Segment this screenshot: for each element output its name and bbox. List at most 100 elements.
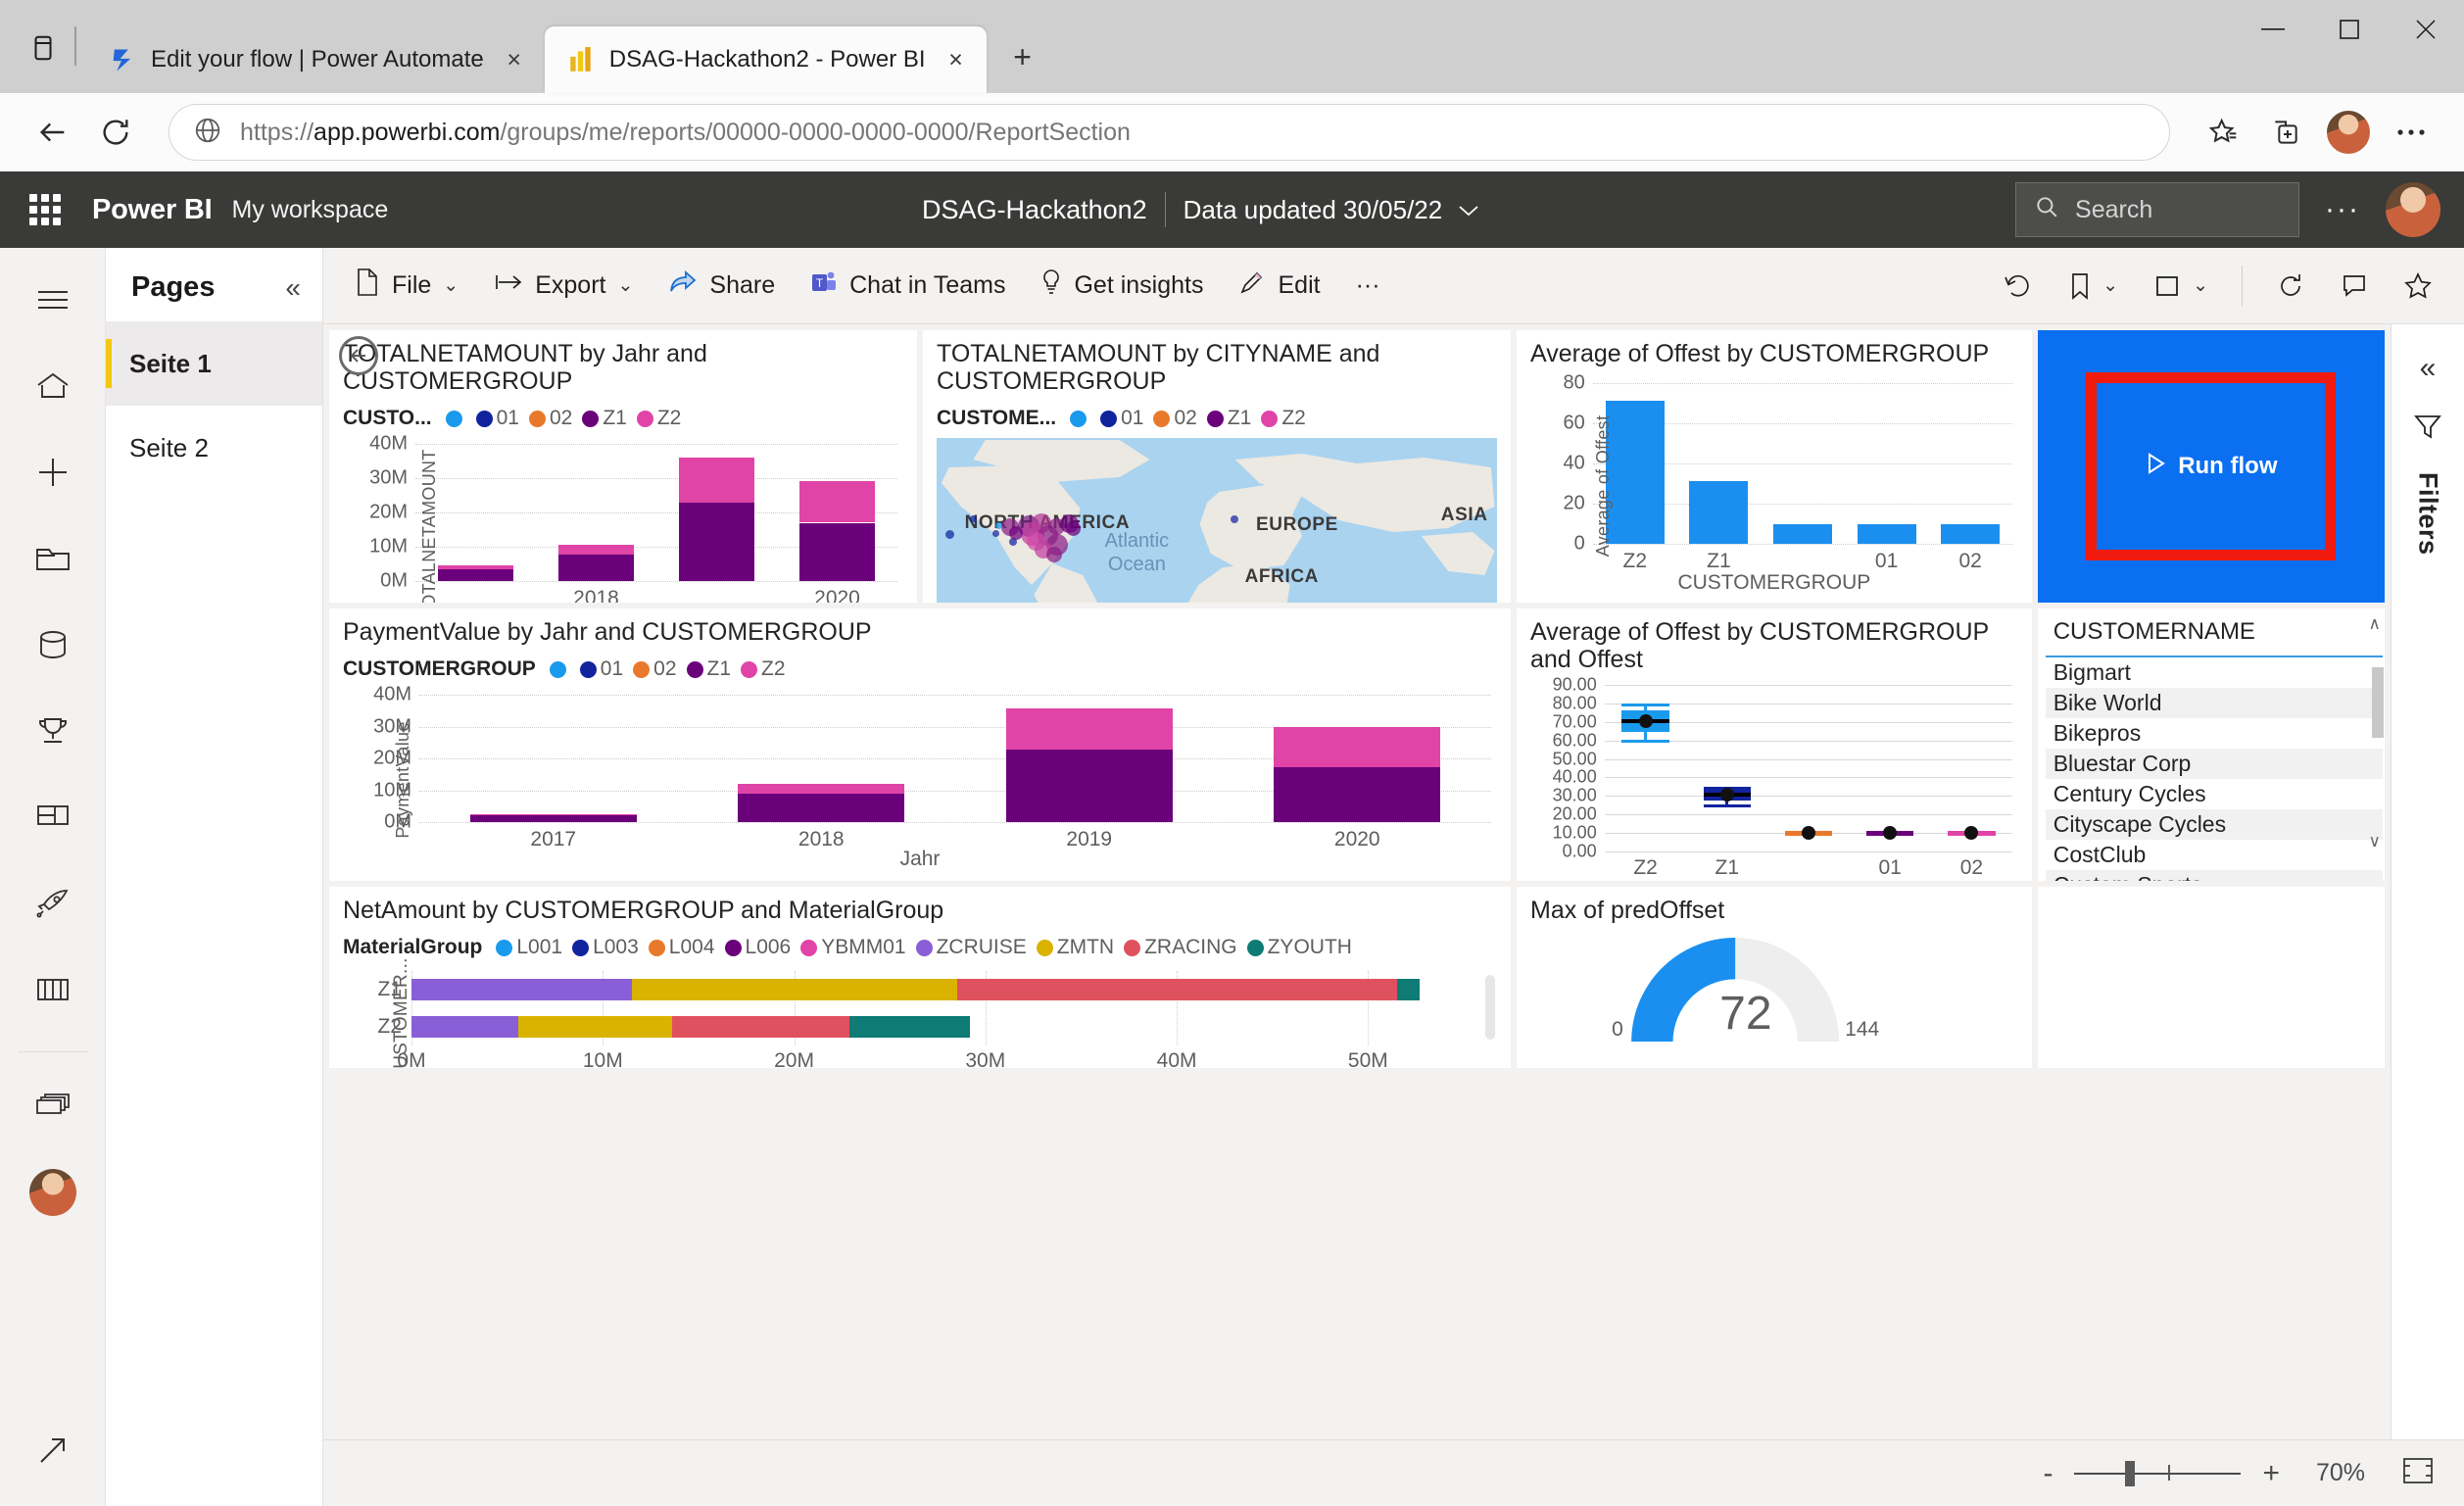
favorite-icon[interactable]	[2196, 105, 2250, 160]
list-item[interactable]: Bigmart	[2046, 657, 2383, 688]
favorite-star-icon[interactable]	[2388, 258, 2448, 315]
fit-to-page-icon[interactable]	[2401, 1456, 2435, 1490]
slicer-item-list[interactable]: Bigmart Bike World Bikepros Bluestar Corp Ce…	[2045, 657, 2383, 881]
chat-in-teams-button[interactable]: T Chat in Teams	[795, 258, 1021, 315]
visual-scrollbar[interactable]	[1485, 975, 1495, 1040]
apps-grid-icon[interactable]	[23, 787, 83, 848]
browser-tab-power-automate[interactable]: Edit your flow | Power Automate ×	[86, 26, 545, 93]
edit-button[interactable]: Edit	[1223, 258, 1335, 315]
toolbar-more-button[interactable]: ···	[1340, 258, 1396, 315]
workspaces-icon[interactable]	[23, 1076, 83, 1137]
bar-segment[interactable]	[438, 564, 513, 569]
filter-funnel-icon[interactable]	[2412, 411, 2443, 447]
legend-item[interactable]: Z2	[741, 657, 786, 681]
comment-icon[interactable]	[2325, 258, 2384, 315]
refresh-icon[interactable]	[2260, 258, 2321, 315]
browser-tab-power-bi[interactable]: DSAG-Hackathon2 - Power BI ×	[544, 26, 987, 93]
close-icon[interactable]	[2388, 0, 2464, 59]
legend-item[interactable]: Z1	[1206, 407, 1251, 430]
legend-item[interactable]: YBMM01	[800, 936, 906, 959]
zoom-in-button[interactable]: +	[2262, 1457, 2280, 1490]
bar-segment[interactable]	[469, 813, 637, 816]
bar-segment[interactable]	[1005, 749, 1173, 822]
bar[interactable]	[1605, 401, 1665, 544]
collapse-filters-icon[interactable]: «	[2420, 352, 2437, 385]
visual-totalnetamount-by-jahr[interactable]: TOTALNETAMOUNT by Jahr and CUSTOMERGROUP…	[329, 330, 917, 603]
new-tab-button[interactable]: +	[1000, 34, 1045, 79]
legend-item[interactable]: 01	[579, 657, 623, 681]
zoom-out-button[interactable]: -	[2043, 1457, 2053, 1490]
legend-item[interactable]: Z1	[686, 657, 731, 681]
app-launcher-icon[interactable]	[24, 188, 67, 231]
list-item[interactable]: Bluestar Corp	[2045, 749, 2383, 779]
reset-undo-icon[interactable]	[1987, 258, 2050, 315]
run-flow-panel[interactable]: Run flow	[2037, 330, 2385, 603]
expand-arrow-icon[interactable]	[23, 1420, 83, 1481]
address-bar[interactable]: https://app.powerbi.com/groups/me/report…	[169, 104, 2170, 161]
legend-item[interactable]: 02	[528, 407, 572, 430]
legend-item[interactable]: L001	[496, 936, 562, 959]
bar[interactable]	[1857, 523, 1916, 544]
metrics-goals-icon[interactable]	[23, 701, 83, 761]
legend-item[interactable]: ZMTN	[1036, 936, 1114, 959]
export-menu-button[interactable]: Export ⌄	[478, 258, 649, 315]
legend-item[interactable]: 02	[633, 657, 677, 681]
user-avatar[interactable]	[23, 1162, 83, 1223]
close-icon[interactable]: ×	[498, 43, 531, 76]
minimize-icon[interactable]	[2235, 0, 2311, 59]
legend-item[interactable]	[1070, 410, 1090, 427]
bar-segment[interactable]	[799, 522, 875, 581]
list-item[interactable]: Cityscape Cycles	[2045, 809, 2383, 840]
bar-segment[interactable]	[469, 815, 637, 822]
visual-totalnetamount-map[interactable]: TOTALNETAMOUNT by CITYNAME and CUSTOMERG…	[923, 330, 1511, 603]
bar-segment[interactable]	[438, 568, 513, 581]
view-icon[interactable]: ⌄	[2138, 258, 2224, 315]
legend-item[interactable]: ZRACING	[1124, 936, 1237, 959]
file-menu-button[interactable]: File ⌄	[339, 258, 474, 315]
get-insights-button[interactable]: Get insights	[1025, 258, 1219, 315]
back-icon[interactable]	[25, 105, 80, 160]
workspace-name[interactable]: My workspace	[232, 196, 389, 224]
bar-segment[interactable]	[1005, 707, 1173, 750]
list-item[interactable]: Custom Sports	[2045, 870, 2383, 881]
bar-segment[interactable]	[411, 978, 632, 1001]
visual-run-flow[interactable]: Run flow	[2037, 330, 2385, 603]
bar-segment[interactable]	[849, 1015, 971, 1039]
bar-segment[interactable]	[1396, 978, 1421, 1001]
legend-item[interactable]	[445, 410, 466, 427]
visual-max-predoffset-gauge[interactable]: Max of predOffset 72 0 144	[1517, 887, 2032, 1068]
legend-item[interactable]: L003	[572, 936, 639, 959]
list-item[interactable]: Century Cycles	[2046, 779, 2383, 809]
data-updated-dropdown[interactable]: Data updated 30/05/22	[1184, 195, 1482, 225]
hamburger-menu-icon[interactable]	[23, 269, 83, 330]
bar-segment[interactable]	[1274, 726, 1441, 768]
bar-segment[interactable]	[679, 458, 754, 504]
bar-segment[interactable]	[671, 1015, 850, 1039]
scroll-down-icon[interactable]: ∨	[2369, 832, 2381, 851]
visual-paymentvalue-by-jahr[interactable]: PaymentValue by Jahr and CUSTOMERGROUP C…	[329, 608, 1511, 881]
sidebar-item-seite-1[interactable]: Seite 1	[106, 321, 322, 406]
scroll-up-icon[interactable]: ∧	[2369, 614, 2381, 634]
visual-netamount-by-customergroup[interactable]: NetAmount by CUSTOMERGROUP and MaterialG…	[329, 887, 1511, 1068]
learn-book-icon[interactable]	[23, 959, 83, 1020]
header-more-icon[interactable]: ···	[2325, 193, 2360, 226]
bar-segment[interactable]	[631, 978, 957, 1001]
legend-item[interactable]	[549, 660, 570, 678]
legend-item[interactable]: L006	[724, 936, 791, 959]
search-input[interactable]: Search	[2015, 182, 2300, 237]
profile-avatar[interactable]	[2321, 105, 2376, 160]
settings-more-icon[interactable]	[2384, 105, 2439, 160]
list-item[interactable]: Bike World	[2045, 688, 2383, 718]
collapse-pages-icon[interactable]: «	[285, 272, 301, 304]
bar-segment[interactable]	[799, 480, 875, 523]
run-flow-button[interactable]: Run flow	[2145, 452, 2278, 482]
maximize-icon[interactable]	[2311, 0, 2388, 59]
bar[interactable]	[1941, 523, 2001, 544]
bar-segment[interactable]	[558, 554, 634, 581]
bar-segment[interactable]	[518, 1015, 672, 1039]
bookmark-icon[interactable]: ⌄	[2053, 258, 2134, 315]
reload-icon[interactable]	[88, 105, 143, 160]
visual-customername-slicer[interactable]: CUSTOMERNAME Bigmart Bike World Bikepros Bl…	[2037, 608, 2385, 881]
create-plus-icon[interactable]	[23, 442, 83, 503]
bar-segment[interactable]	[411, 1015, 519, 1039]
